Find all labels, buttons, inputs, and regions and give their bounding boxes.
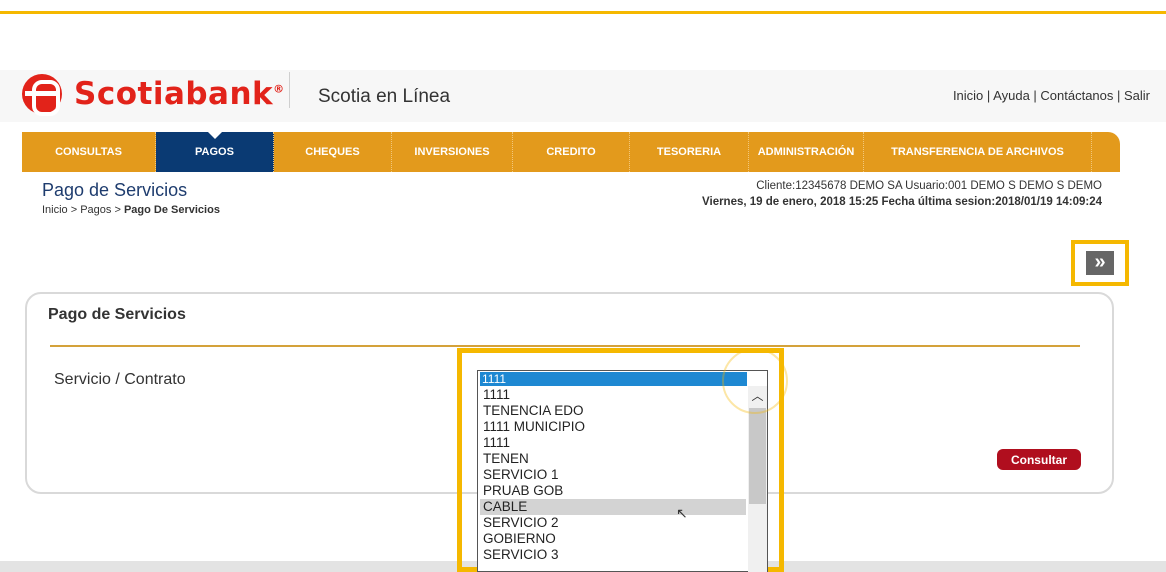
menu-transferencia-archivos[interactable]: TRANSFERENCIA DE ARCHIVOS [864,132,1092,172]
menu-credito[interactable]: CREDITO [513,132,630,172]
page-title: Pago de Servicios [42,180,188,200]
option-pruab-gob[interactable]: PRUAB GOB [480,483,746,499]
consult-button[interactable]: Consultar [997,449,1081,470]
scotiabank-logo-icon [22,74,62,116]
menu-administracion[interactable]: ADMINISTRACIÓN [749,132,864,172]
panel-divider [50,345,1080,347]
utility-links[interactable]: Inicio | Ayuda | Contáctanos | Salir [953,88,1150,103]
option-1111-b[interactable]: 1111 [480,435,746,451]
client-user-line: Cliente:12345678 DEMO SA Usuario:001 DEM… [756,180,1102,192]
breadcrumb: Inicio > Pagos > Pago De Servicios [42,204,220,216]
click-focus-ring [722,348,788,414]
scroll-thumb[interactable] [749,408,766,504]
option-tenencia-edo[interactable]: TENENCIA EDO [480,403,746,419]
menu-tesoreria[interactable]: TESORERIA [630,132,749,172]
option-servicio-1[interactable]: SERVICIO 1 [480,467,746,483]
main-menu: CONSULTAS PAGOS CHEQUES INVERSIONES CRED… [22,132,1120,172]
panel-title: Pago de Servicios [48,306,186,323]
scotiabank-logo[interactable]: Scotiabank® [22,74,285,116]
session-date-line: Viernes, 19 de enero, 2018 15:25 Fecha ú… [702,196,1102,208]
option-servicio-3[interactable]: SERVICIO 3 [480,547,746,563]
option-tenen[interactable]: TENEN [480,451,746,467]
service-contract-label: Servicio / Contrato [54,371,186,388]
option-cable[interactable]: CABLE [480,499,746,515]
option-1111-municipio[interactable]: 1111 MUNICIPIO [480,419,746,435]
menu-consultas[interactable]: CONSULTAS [22,132,156,172]
forward-button[interactable]: » [1071,240,1129,286]
top-accent-line [0,11,1166,14]
menu-pagos[interactable]: PAGOS [156,132,274,172]
product-name: Scotia en Línea [318,86,451,107]
mouse-cursor-icon: ↖ [676,505,688,521]
option-servicio-2[interactable]: SERVICIO 2 [480,515,746,531]
menu-cheques[interactable]: CHEQUES [274,132,392,172]
double-chevron-right-icon: » [1086,251,1114,275]
selected-option[interactable]: 1111 [480,372,747,386]
header-divider [289,72,290,108]
option-gobierno[interactable]: GOBIERNO [480,531,746,547]
brand-name: Scotiabank® [74,76,285,112]
client-info: Cliente:12345678 DEMO SA Usuario:001 DEM… [702,178,1102,210]
option-1111[interactable]: 1111 [480,387,746,403]
menu-inversiones[interactable]: INVERSIONES [392,132,513,172]
